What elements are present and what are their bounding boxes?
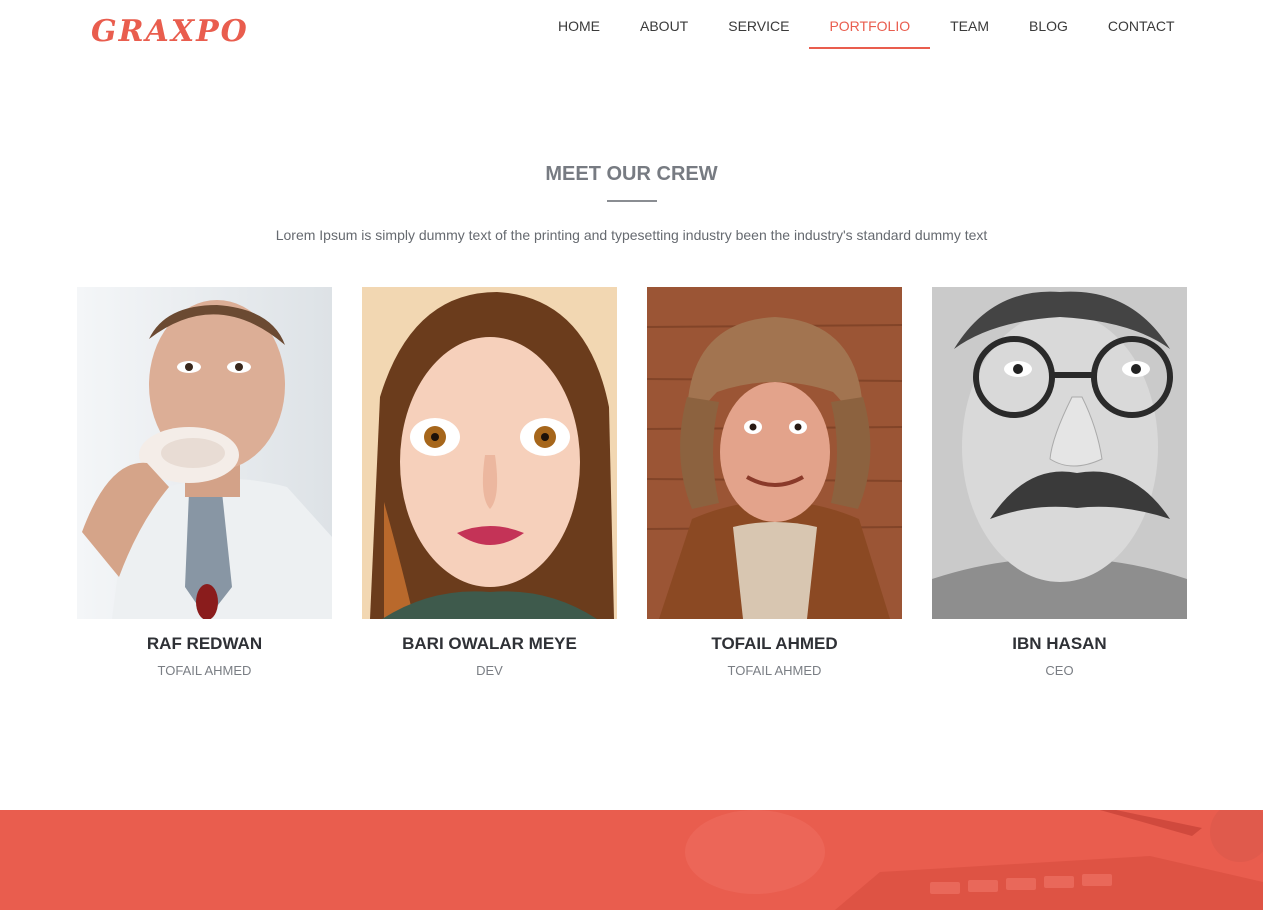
man-fur-hat-photo[interactable]	[647, 287, 902, 619]
team-card: BARI OWALAR MEYE DEV	[362, 287, 617, 680]
desk-background-image	[0, 810, 1263, 910]
member-name: TOFAIL AHMED	[711, 634, 838, 653]
nav-contact-label: CONTACT	[1107, 18, 1175, 34]
section-title: MEET OUR CREW	[545, 163, 718, 185]
member-role: CEO	[1045, 663, 1074, 678]
member-role: TOFAIL AHMED	[727, 663, 822, 678]
brand-logo[interactable]: GRAXPO	[91, 12, 249, 52]
nav-team[interactable]: TEAM	[930, 0, 1009, 50]
woman-wide-eyes-photo[interactable]	[362, 287, 617, 619]
title-divider	[607, 200, 657, 202]
nav-portfolio[interactable]: PORTFOLIO	[809, 0, 930, 50]
team-card: IBN HASAN CEO	[932, 287, 1187, 680]
member-role: TOFAIL AHMED	[157, 663, 252, 678]
man-eating-donut-photo[interactable]	[77, 287, 332, 619]
nav-service[interactable]: SERVICE	[708, 0, 809, 50]
nav-team-label: TEAM	[950, 18, 989, 34]
nav-contact[interactable]: CONTACT	[1088, 0, 1195, 50]
man-disguise-glasses-photo[interactable]	[932, 287, 1187, 619]
cta-band	[0, 810, 1263, 910]
team-card: TOFAIL AHMED TOFAIL AHMED	[647, 287, 902, 680]
member-name: IBN HASAN	[1012, 634, 1107, 653]
nav-home[interactable]: HOME	[538, 0, 620, 50]
site-header: GRAXPO HOME ABOUT SERVICE PORTFOLIO TEAM…	[0, 0, 1263, 64]
nav-blog-label: BLOG	[1029, 18, 1068, 34]
section-subtitle: Lorem Ipsum is simply dummy text of the …	[275, 227, 988, 243]
nav-home-label: HOME	[558, 18, 600, 34]
nav-about[interactable]: ABOUT	[620, 0, 708, 50]
member-name: BARI OWALAR MEYE	[402, 634, 577, 653]
nav-blog[interactable]: BLOG	[1009, 0, 1088, 50]
nav-about-label: ABOUT	[640, 18, 689, 34]
member-role: DEV	[476, 663, 503, 678]
member-name: RAF REDWAN	[146, 634, 263, 653]
nav-service-label: SERVICE	[728, 18, 790, 34]
nav-portfolio-label: PORTFOLIO	[829, 18, 911, 34]
main-nav: HOME ABOUT SERVICE PORTFOLIO TEAM BLOG C…	[538, 0, 1195, 50]
team-card: RAF REDWAN TOFAIL AHMED	[77, 287, 332, 680]
